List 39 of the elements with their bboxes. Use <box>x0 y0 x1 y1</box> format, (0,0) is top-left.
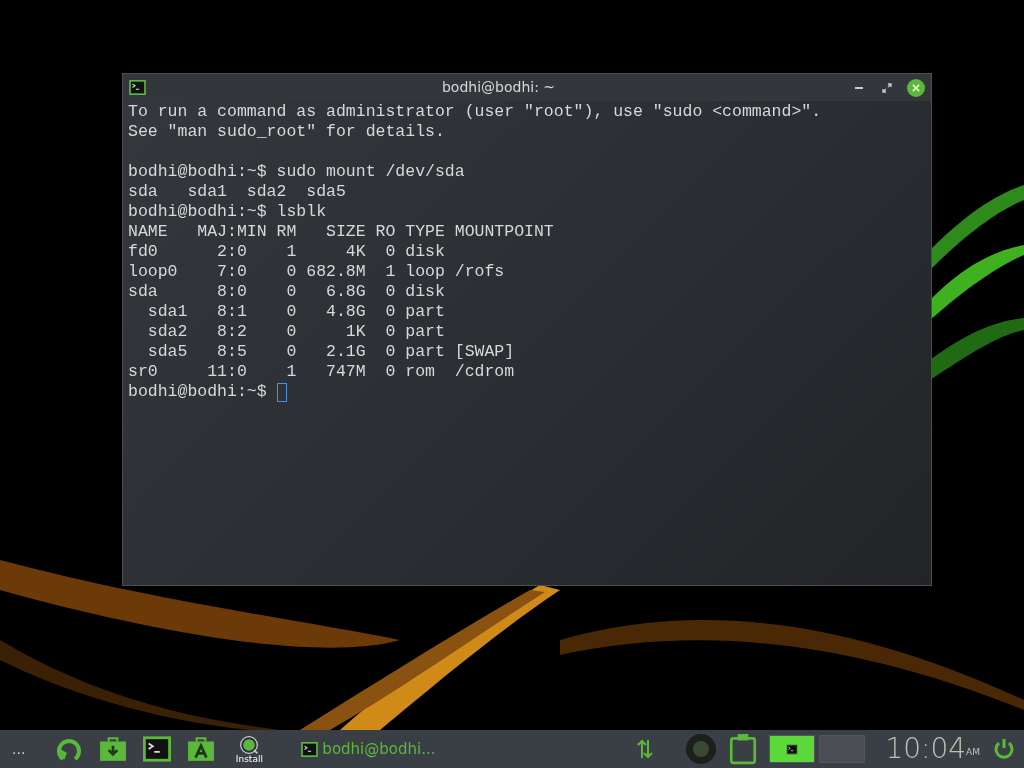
launcher-button[interactable] <box>141 733 174 765</box>
terminal-line: fd0 2:0 1 4K 0 disk <box>128 242 445 262</box>
window-title: bodhi@bodhi: ~ <box>440 78 557 97</box>
up-down-arrows-icon <box>637 737 654 761</box>
launcher-button[interactable]: Install <box>229 731 270 767</box>
terminal-line: sda2 8:2 0 1K 0 part <box>146 322 445 342</box>
terminal-line: To run a command as administrator (user "root"), use "sudo <command>". <box>128 102 822 122</box>
terminal-icon <box>143 735 172 763</box>
terminal-line: sda sda1 sda2 sda5 <box>128 182 346 202</box>
briefcase-letter-icon <box>187 735 216 763</box>
terminal-line: NAME MAJ:MIN RM SIZE RO TYPE MOUNTPOINT <box>128 222 554 242</box>
clipboard-button[interactable] <box>729 733 758 765</box>
terminal-prompt: bodhi@bodhi:~$ <box>128 382 268 402</box>
terminal-line: See "man sudo_root" for details. <box>128 122 445 142</box>
power-icon <box>992 737 1016 761</box>
clipboard-icon <box>729 733 758 765</box>
terminal-icon <box>301 741 319 757</box>
terminal-line: loop0 7:0 0 682.8M 1 loop /rofs <box>128 262 505 282</box>
terminal-icon <box>129 80 146 95</box>
clock-period: AM <box>966 746 980 757</box>
terminal-line: sda5 8:5 0 2.1G 0 part [SWAP] <box>146 342 515 362</box>
terminal-line: bodhi@bodhi:~$ lsblk <box>128 202 327 222</box>
clock-time: 10:04 <box>885 735 967 763</box>
terminal-line: sr0 11:0 1 747M 0 rom /cdrom <box>128 362 515 382</box>
task-button[interactable]: bodhi@bodhi... <box>297 733 440 765</box>
menu-button[interactable]: ... <box>8 738 30 760</box>
text-cursor <box>276 382 287 402</box>
window-thumbnail-icon <box>786 743 799 755</box>
speaker-disc-icon <box>685 733 718 765</box>
terminal-line: sda1 8:1 0 4.8G 0 part <box>146 302 445 322</box>
terminal-line: sda 8:0 0 6.8G 0 disk <box>128 282 445 302</box>
resize-icon <box>882 82 892 93</box>
close-icon <box>912 83 920 92</box>
briefcase-download-icon <box>99 735 128 763</box>
close-button[interactable] <box>907 78 925 97</box>
terminal-line: bodhi@bodhi:~$ sudo mount /dev/sda <box>128 162 465 182</box>
workspace-button[interactable] <box>769 735 816 763</box>
disc-icon <box>239 734 260 755</box>
power-button[interactable] <box>992 737 1016 761</box>
